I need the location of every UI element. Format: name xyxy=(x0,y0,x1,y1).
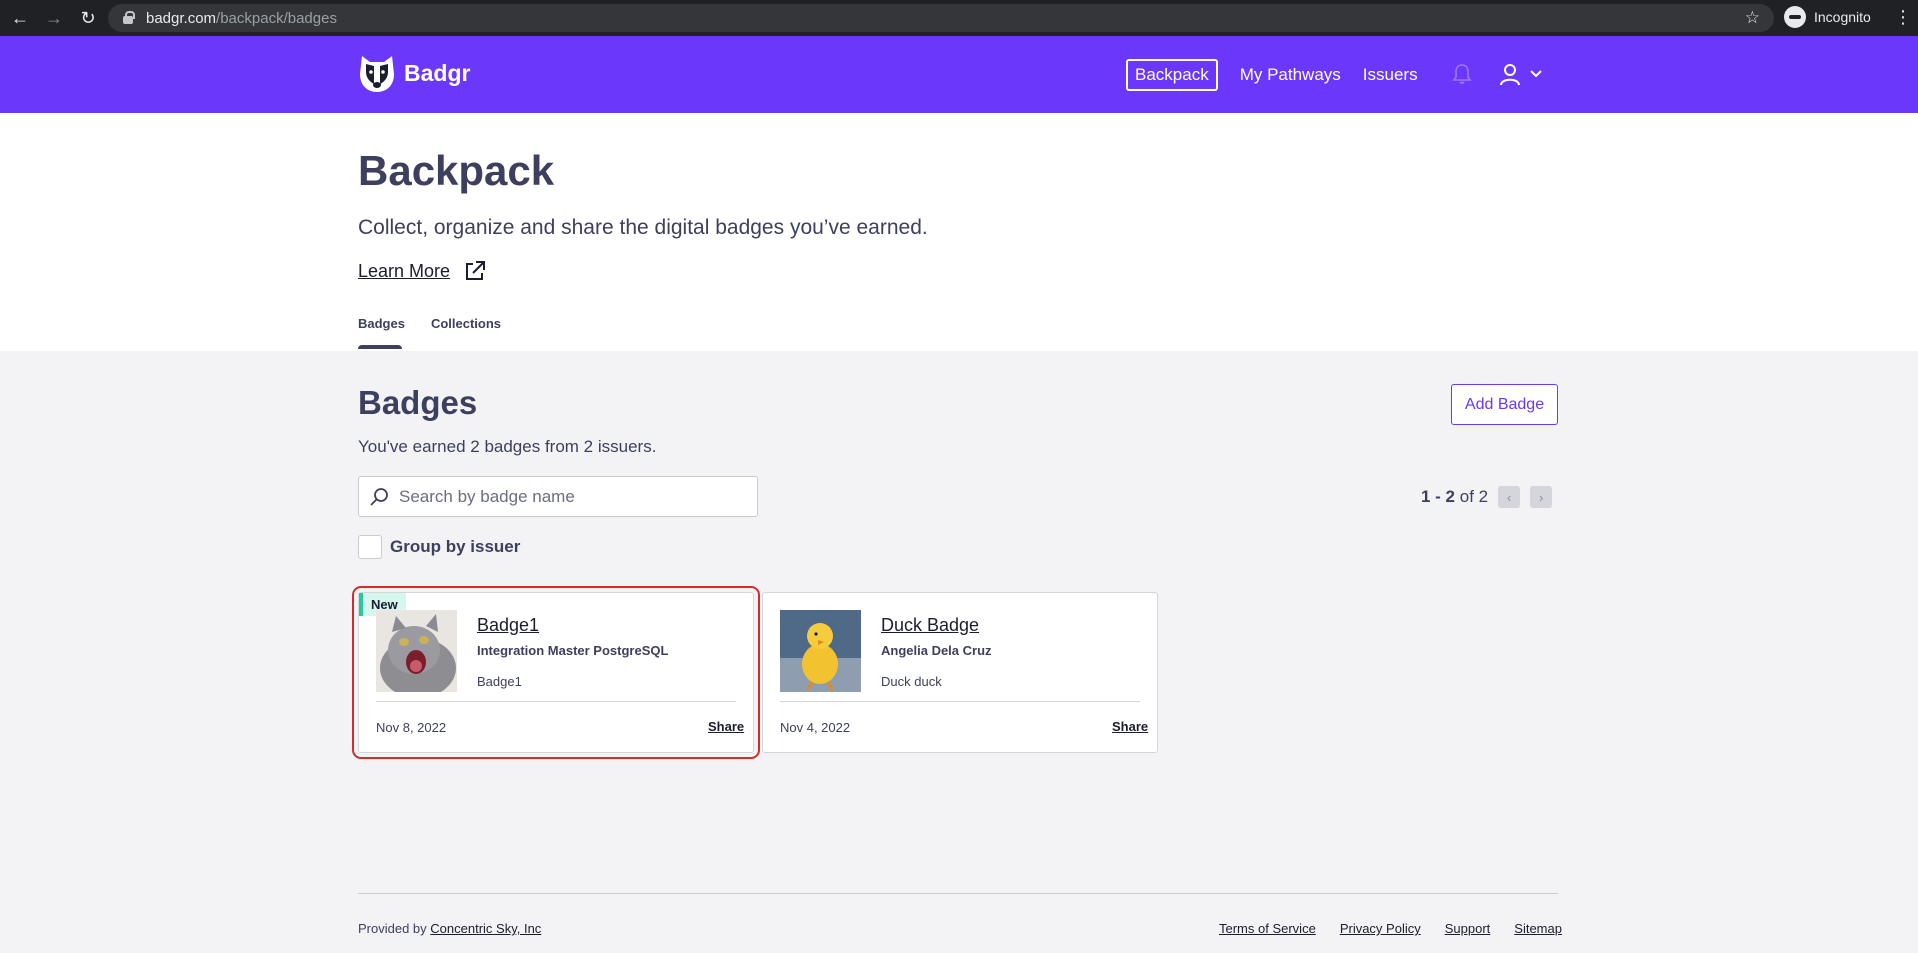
provided-by-label: Provided by xyxy=(358,921,427,936)
forward-arrow-icon[interactable]: → xyxy=(40,4,68,32)
badges-heading: Badges xyxy=(358,384,478,421)
pager-total: of 2 xyxy=(1459,487,1489,506)
nav-my-pathways[interactable]: My Pathways xyxy=(1240,65,1341,85)
provider-link[interactable]: Concentric Sky, Inc xyxy=(430,921,541,936)
chevron-down-icon[interactable] xyxy=(1530,70,1542,78)
badge-title[interactable]: Duck Badge xyxy=(881,615,979,636)
reload-icon[interactable]: ↻ xyxy=(74,4,102,32)
share-link[interactable]: Share xyxy=(1112,719,1148,734)
badge-date: Nov 4, 2022 xyxy=(780,720,851,735)
next-page-icon[interactable]: › xyxy=(1530,486,1553,508)
search-input[interactable] xyxy=(399,486,739,507)
incognito-icon xyxy=(1784,6,1806,28)
footer-links: Terms of Service Privacy Policy Support … xyxy=(1219,921,1562,936)
badge-issuer: Integration Master PostgreSQL xyxy=(477,643,669,658)
logo-text: Badgr xyxy=(404,59,471,86)
badge-date: Nov 8, 2022 xyxy=(376,720,447,735)
user-icon[interactable] xyxy=(1498,62,1522,86)
badge-card[interactable]: New Badge1 Integration Master PostgreSQL… xyxy=(352,586,760,759)
backpack-tabs: Badges Collections xyxy=(358,316,527,349)
learn-more-label: Learn More xyxy=(358,260,451,281)
card-divider xyxy=(376,701,736,702)
lock-icon xyxy=(122,11,136,25)
footer-divider xyxy=(358,893,1558,894)
pagination: 1 - 2 of 2 ‹ › xyxy=(1421,486,1553,508)
tab-collections[interactable]: Collections xyxy=(431,316,501,349)
add-badge-button[interactable]: Add Badge xyxy=(1451,384,1558,425)
share-link[interactable]: Share xyxy=(708,719,744,734)
group-by-issuer[interactable]: Group by issuer xyxy=(358,535,520,559)
footer-provider: Provided by Concentric Sky, Inc xyxy=(358,921,541,936)
footer-link-support[interactable]: Support xyxy=(1445,921,1491,936)
footer-link-sitemap[interactable]: Sitemap xyxy=(1514,921,1562,936)
footer-link-privacy[interactable]: Privacy Policy xyxy=(1340,921,1421,936)
url-path: /backpack/badges xyxy=(216,9,337,27)
bell-icon[interactable] xyxy=(1452,63,1472,85)
footer-link-terms[interactable]: Terms of Service xyxy=(1219,921,1316,936)
badge-card[interactable]: Duck Badge Angelia Dela Cruz Duck duck N… xyxy=(762,592,1158,753)
url-host: badgr.com xyxy=(146,9,217,27)
nav-backpack[interactable]: Backpack xyxy=(1126,59,1218,91)
page-subtitle: Collect, organize and share the digital … xyxy=(358,216,928,239)
profile-incognito[interactable]: Incognito xyxy=(1784,6,1871,28)
back-arrow-icon[interactable]: ← xyxy=(6,4,34,32)
browser-menu-icon[interactable]: ⋮ xyxy=(1894,8,1912,26)
duckling-photo-thumbnail xyxy=(780,610,861,692)
badge-title[interactable]: Badge1 xyxy=(477,615,539,636)
group-by-checkbox[interactable] xyxy=(358,535,382,559)
external-link-icon xyxy=(466,261,486,280)
badge-description: Duck duck xyxy=(881,674,942,689)
badge-search xyxy=(358,476,758,517)
card-divider xyxy=(780,701,1140,702)
main-nav: Backpack My Pathways Issuers xyxy=(1126,59,1440,91)
group-by-label: Group by issuer xyxy=(390,537,521,556)
badge-issuer: Angelia Dela Cruz xyxy=(881,643,992,658)
profile-label: Incognito xyxy=(1814,9,1871,25)
badger-logo-icon xyxy=(360,56,394,92)
browser-toolbar: ← → ↻ badgr.com/backpack/badges ☆ Incogn… xyxy=(0,0,1918,36)
tab-badges[interactable]: Badges xyxy=(358,316,405,349)
search-icon xyxy=(370,487,388,506)
site-header: Badgr Backpack My Pathways Issuers xyxy=(0,36,1918,113)
cat-photo-thumbnail xyxy=(376,610,457,692)
nav-issuers[interactable]: Issuers xyxy=(1363,65,1418,85)
badge-description: Badge1 xyxy=(477,674,522,689)
badges-summary: You've earned 2 badges from 2 issuers. xyxy=(358,437,657,456)
badgr-logo[interactable]: Badgr xyxy=(358,52,470,94)
bookmark-star-icon[interactable]: ☆ xyxy=(1745,8,1760,28)
address-bar[interactable]: badgr.com/backpack/badges ☆ xyxy=(108,4,1774,32)
page-title: Backpack xyxy=(358,147,555,194)
pager-range: 1 - 2 xyxy=(1421,487,1456,506)
learn-more-link[interactable]: Learn More xyxy=(358,260,486,282)
prev-page-icon[interactable]: ‹ xyxy=(1498,486,1521,508)
backpack-hero: Backpack Collect, organize and share the… xyxy=(0,113,1918,351)
